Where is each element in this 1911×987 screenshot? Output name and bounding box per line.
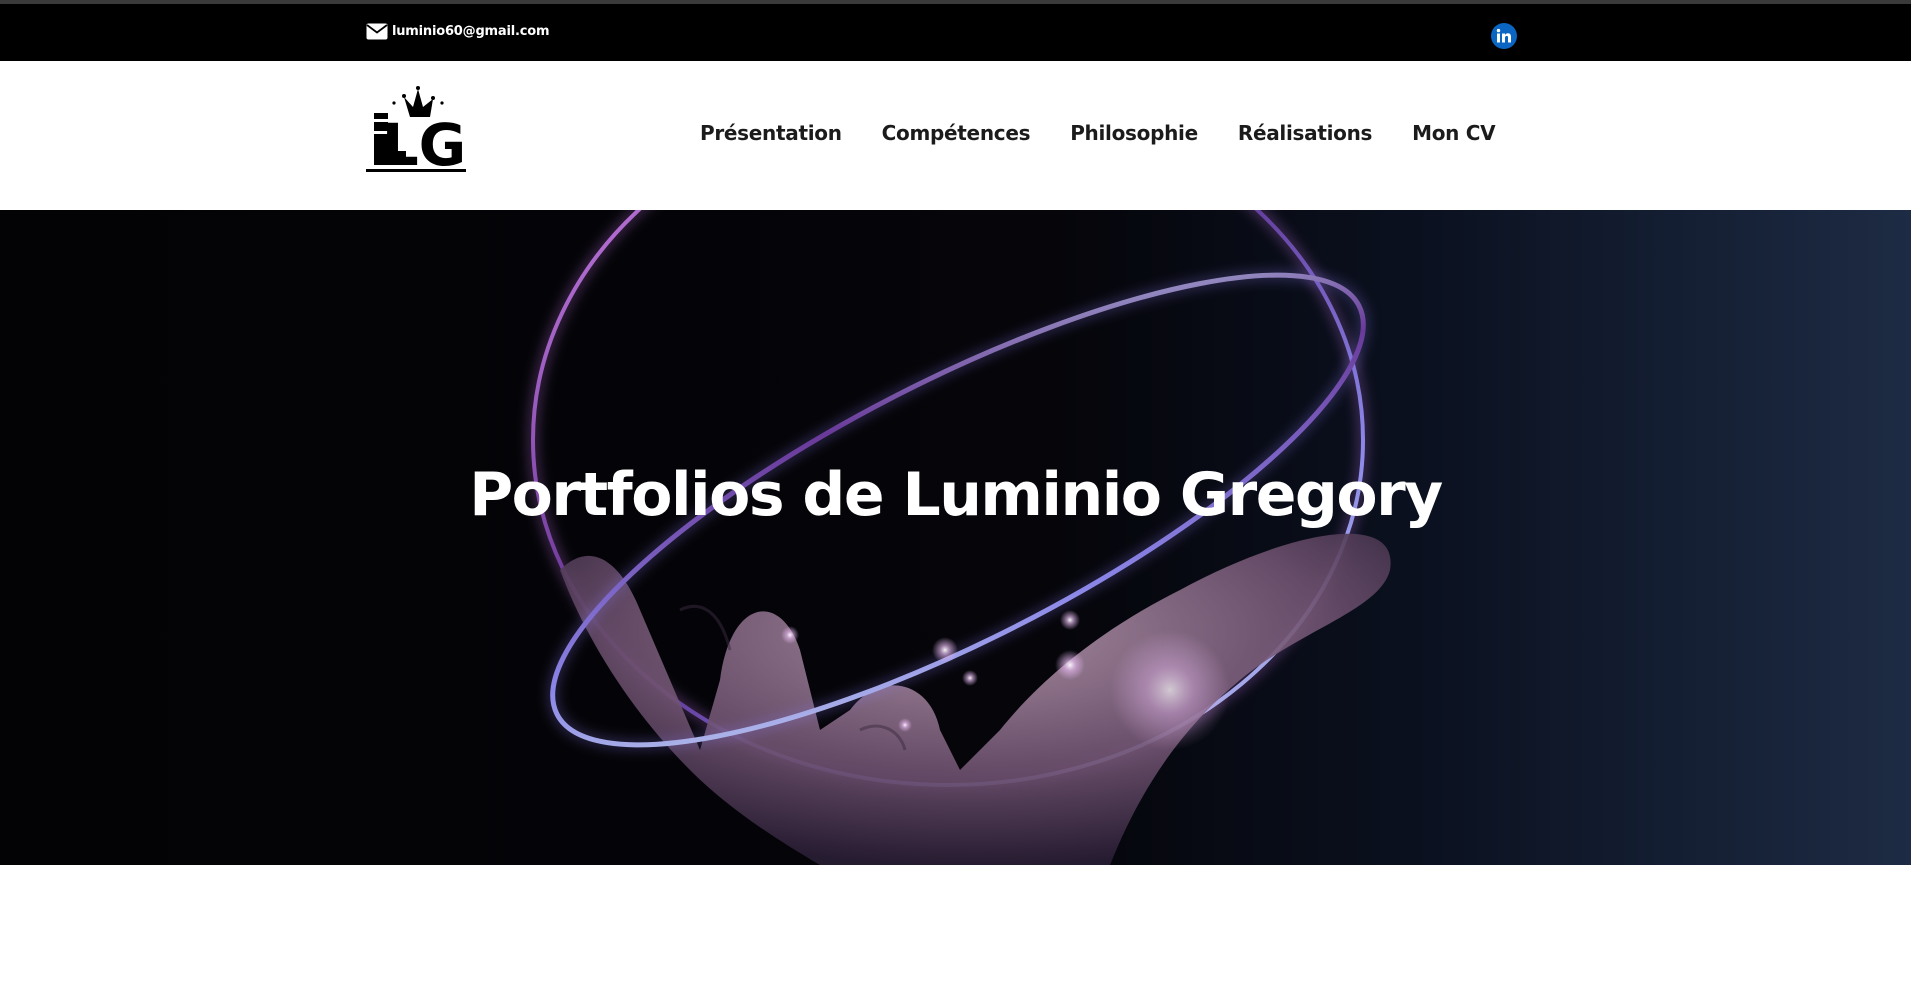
- envelope-icon: [366, 23, 388, 40]
- top-contact-bar: luminio60@gmail.com: [0, 4, 1911, 61]
- nav-item-presentation[interactable]: Présentation: [700, 121, 842, 145]
- linkedin-icon[interactable]: [1491, 23, 1517, 49]
- nav-item-competences[interactable]: Compétences: [882, 121, 1031, 145]
- hero-banner: Portfolios de Luminio Gregory: [0, 210, 1911, 865]
- email-address: luminio60@gmail.com: [392, 24, 550, 39]
- hero-background-image: [528, 210, 1391, 865]
- nav-item-philosophie[interactable]: Philosophie: [1070, 121, 1198, 145]
- hero-title: Portfolios de Luminio Gregory: [469, 460, 1443, 530]
- nav-item-realisations[interactable]: Réalisations: [1238, 121, 1373, 145]
- page-body-blank: [0, 865, 1911, 987]
- svg-text:LG: LG: [382, 111, 466, 177]
- main-navigation: Présentation Compétences Philosophie Réa…: [700, 121, 1496, 145]
- email-link[interactable]: luminio60@gmail.com: [366, 23, 550, 40]
- site-header: LG Présentation Compétences Philosophie …: [0, 61, 1911, 210]
- nav-item-mon-cv[interactable]: Mon CV: [1412, 121, 1496, 145]
- site-logo[interactable]: LG: [366, 83, 466, 177]
